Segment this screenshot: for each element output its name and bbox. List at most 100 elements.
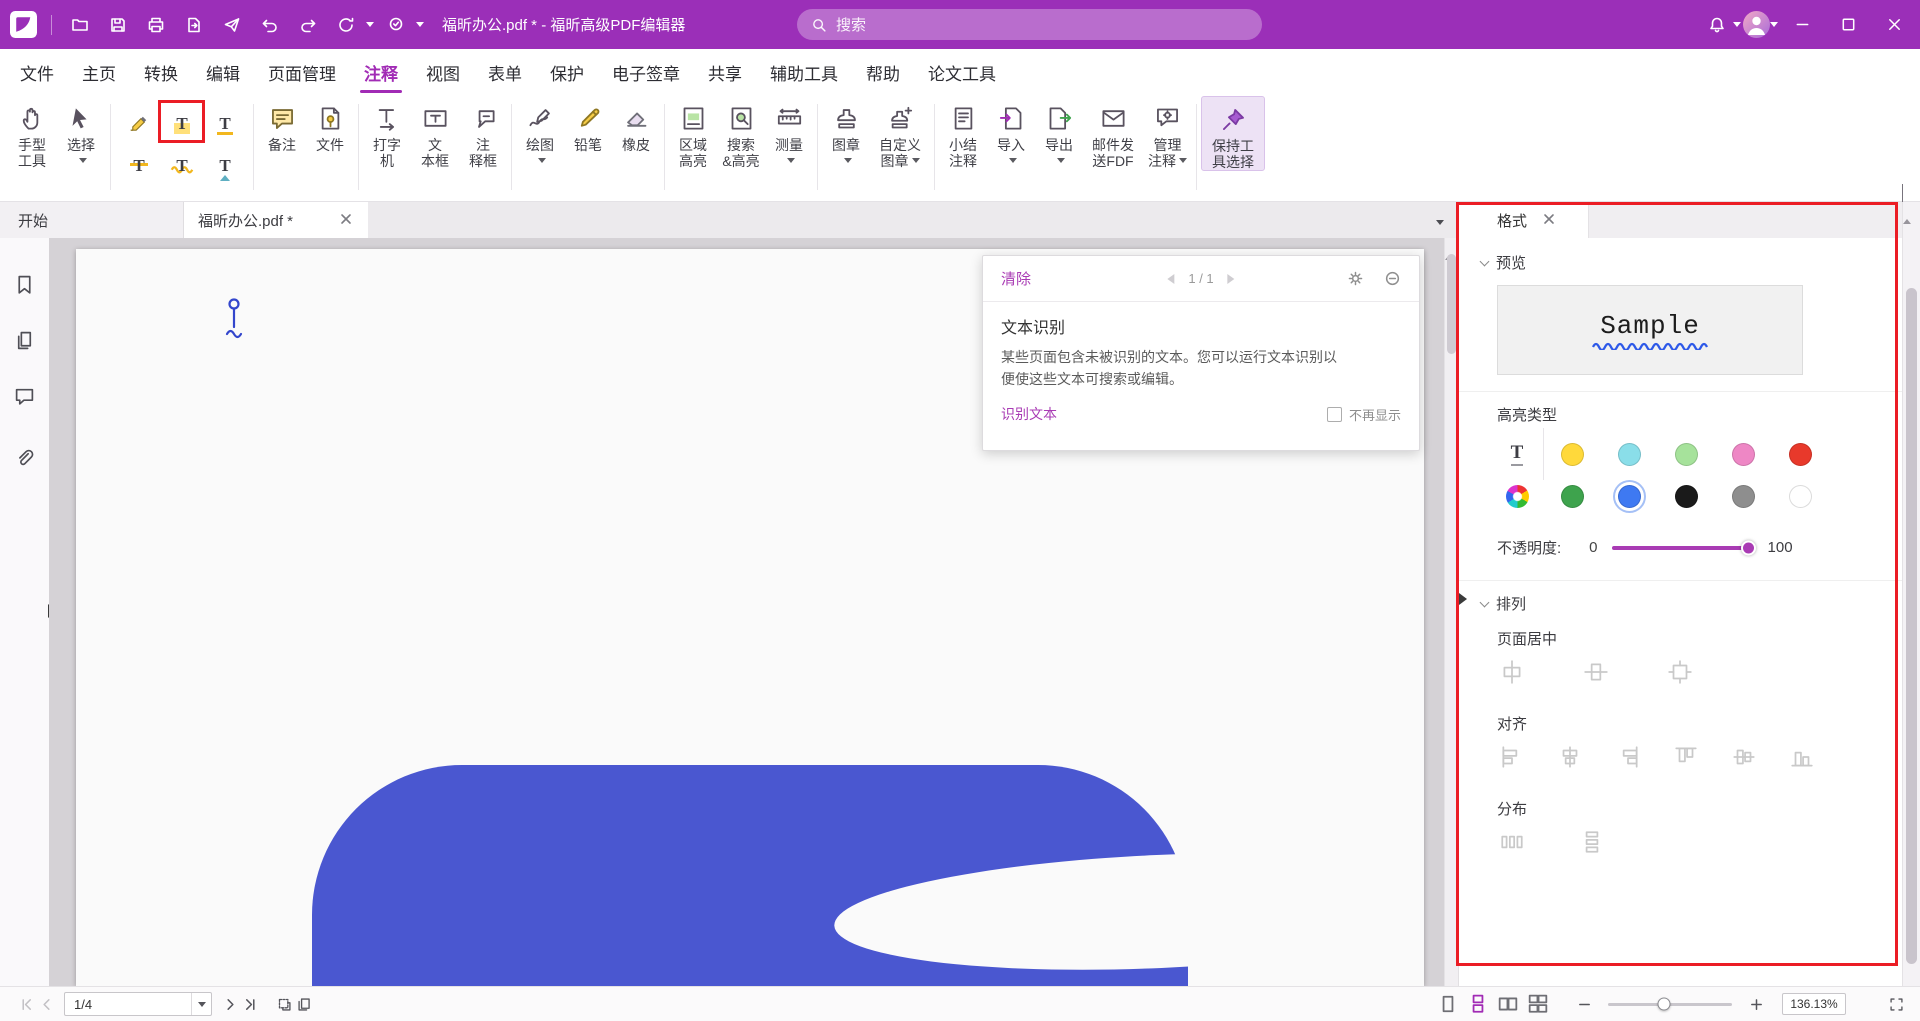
facing-view-button[interactable] bbox=[1498, 994, 1518, 1014]
document-scrollbar[interactable] bbox=[1444, 238, 1458, 986]
align-left-button[interactable] bbox=[1499, 744, 1525, 770]
dont-show-again-checkbox[interactable] bbox=[1327, 407, 1342, 422]
verify-badge-button[interactable] bbox=[380, 10, 412, 40]
pencil-button[interactable]: 铅笔 bbox=[564, 96, 612, 169]
next-page-button[interactable] bbox=[220, 994, 240, 1014]
clear-button[interactable]: 清除 bbox=[1001, 268, 1031, 289]
close-button[interactable] bbox=[1872, 0, 1916, 49]
color-swatch-green[interactable] bbox=[1561, 485, 1584, 508]
center-horizontally-button[interactable] bbox=[1499, 659, 1525, 685]
distribute-horizontally-button[interactable] bbox=[1499, 829, 1525, 855]
squiggly-underline-tool[interactable]: T bbox=[162, 146, 202, 184]
print-button[interactable] bbox=[140, 10, 172, 40]
align-right-button[interactable] bbox=[1615, 744, 1641, 770]
share-button[interactable] bbox=[216, 10, 248, 40]
color-swatch-light-green[interactable] bbox=[1675, 443, 1698, 466]
drawing-button[interactable]: 绘图 bbox=[516, 96, 564, 169]
color-swatch-white[interactable] bbox=[1789, 485, 1812, 508]
menu-page-management[interactable]: 页面管理 bbox=[254, 49, 350, 96]
color-swatch-gray[interactable] bbox=[1732, 485, 1755, 508]
maximize-button[interactable] bbox=[1826, 0, 1870, 49]
text-highlight-type-icon[interactable]: T bbox=[1511, 442, 1524, 466]
measure-dropdown-caret[interactable] bbox=[787, 158, 795, 167]
custom-stamp-dropdown-caret[interactable] bbox=[912, 158, 920, 167]
sync-dropdown-caret[interactable] bbox=[366, 22, 374, 31]
tab-format[interactable]: 格式 bbox=[1459, 202, 1589, 238]
bookmarks-panel-button[interactable] bbox=[13, 272, 37, 296]
export-dropdown-caret[interactable] bbox=[1057, 158, 1065, 167]
export-pdf-button[interactable] bbox=[178, 10, 210, 40]
notifications-button[interactable] bbox=[1701, 10, 1733, 40]
menu-share[interactable]: 共享 bbox=[694, 49, 756, 96]
hand-tool-button[interactable]: 手型工具 bbox=[8, 96, 56, 169]
fullscreen-button[interactable] bbox=[1886, 994, 1906, 1014]
keep-tool-selected-button[interactable]: 保持工具选择 bbox=[1201, 96, 1265, 171]
notifications-caret[interactable] bbox=[1733, 22, 1741, 31]
area-highlight-button[interactable]: 区域高亮 bbox=[669, 96, 717, 169]
collapse-format-panel-handle[interactable] bbox=[1459, 593, 1473, 605]
import-dropdown-caret[interactable] bbox=[1009, 158, 1017, 167]
facing-continuous-view-button[interactable] bbox=[1528, 994, 1548, 1014]
zoom-slider[interactable] bbox=[1608, 1003, 1732, 1006]
tab-start[interactable]: 开始 bbox=[0, 202, 184, 238]
menu-view[interactable]: 视图 bbox=[412, 49, 474, 96]
underline-text-tool[interactable]: T bbox=[205, 104, 245, 142]
highlight-text-tool[interactable] bbox=[119, 104, 159, 142]
zoom-out-button[interactable] bbox=[1574, 994, 1594, 1014]
minimize-button[interactable] bbox=[1780, 0, 1824, 49]
continuous-view-button[interactable] bbox=[1468, 994, 1488, 1014]
opacity-slider-handle[interactable] bbox=[1741, 540, 1756, 555]
select-dropdown-caret[interactable] bbox=[79, 158, 87, 167]
menu-form[interactable]: 表单 bbox=[474, 49, 536, 96]
manage-comments-button[interactable]: 管理注释 bbox=[1143, 96, 1192, 169]
previous-message-icon[interactable] bbox=[1162, 274, 1174, 284]
zoom-in-button[interactable] bbox=[1746, 994, 1766, 1014]
center-vertically-button[interactable] bbox=[1583, 659, 1609, 685]
menu-comment[interactable]: 注释 bbox=[350, 49, 412, 96]
scrollbar-thumb[interactable] bbox=[1906, 288, 1917, 964]
typewriter-button[interactable]: 打字机 bbox=[363, 96, 411, 169]
export-comments-button[interactable]: 导出 bbox=[1035, 96, 1083, 169]
account-caret[interactable] bbox=[1770, 22, 1778, 31]
verify-dropdown-caret[interactable] bbox=[416, 22, 424, 31]
sync-button[interactable] bbox=[330, 10, 362, 40]
tab-list-dropdown-caret[interactable] bbox=[1436, 220, 1444, 229]
close-format-panel-icon[interactable] bbox=[1543, 213, 1557, 227]
scroll-up-icon[interactable] bbox=[1903, 198, 1911, 224]
menu-paper-tools[interactable]: 论文工具 bbox=[914, 49, 1010, 96]
undo-button[interactable] bbox=[254, 10, 286, 40]
color-wheel-icon[interactable] bbox=[1506, 485, 1529, 508]
distribute-vertically-button[interactable] bbox=[1579, 829, 1605, 855]
save-button[interactable] bbox=[102, 10, 134, 40]
page-dropdown-button[interactable] bbox=[191, 993, 211, 1015]
custom-stamp-button[interactable]: 自定义图章 bbox=[870, 96, 930, 169]
attachments-panel-button[interactable] bbox=[13, 446, 37, 470]
align-bottom-button[interactable] bbox=[1789, 744, 1815, 770]
recognize-text-link[interactable]: 识别文本 bbox=[1001, 404, 1057, 424]
redo-button[interactable] bbox=[292, 10, 324, 40]
align-middle-vertical-button[interactable] bbox=[1731, 744, 1757, 770]
menu-protect[interactable]: 保护 bbox=[536, 49, 598, 96]
menu-accessibility[interactable]: 辅助工具 bbox=[756, 49, 852, 96]
align-center-horizontal-button[interactable] bbox=[1557, 744, 1583, 770]
scrollbar-thumb[interactable] bbox=[1447, 254, 1456, 354]
close-tab-icon[interactable] bbox=[340, 213, 354, 227]
comments-panel-button[interactable] bbox=[13, 384, 37, 408]
next-message-icon[interactable] bbox=[1228, 274, 1240, 284]
summarize-comments-button[interactable]: 小结注释 bbox=[939, 96, 987, 169]
insert-text-tool[interactable]: T bbox=[205, 146, 245, 184]
document-canvas[interactable]: 清除 1 / 1 文本识别 bbox=[49, 238, 1444, 986]
note-button[interactable]: 备注 bbox=[258, 96, 306, 169]
first-page-button[interactable] bbox=[16, 994, 36, 1014]
user-avatar[interactable] bbox=[1743, 11, 1770, 38]
stamp-dropdown-caret[interactable] bbox=[844, 158, 852, 167]
clipboard-button[interactable] bbox=[294, 994, 314, 1014]
textbox-button[interactable]: 文本框 bbox=[411, 96, 459, 169]
color-swatch-cyan[interactable] bbox=[1618, 443, 1641, 466]
last-page-button[interactable] bbox=[240, 994, 260, 1014]
preview-section-header[interactable]: 预览 bbox=[1459, 252, 1902, 273]
notification-settings-button[interactable] bbox=[1347, 270, 1364, 287]
color-swatch-black[interactable] bbox=[1675, 485, 1698, 508]
opacity-slider[interactable] bbox=[1612, 546, 1752, 550]
align-top-button[interactable] bbox=[1673, 744, 1699, 770]
